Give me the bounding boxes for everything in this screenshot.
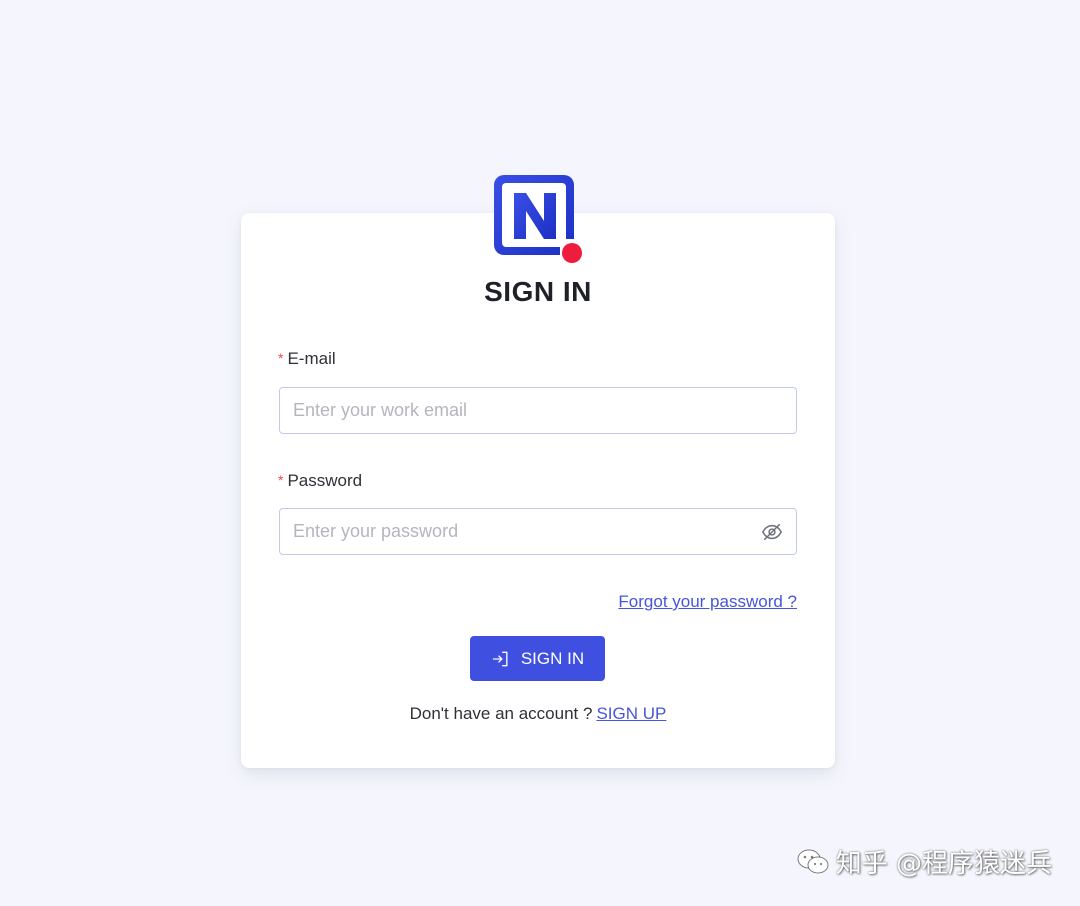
required-mark: *	[278, 472, 284, 488]
sign-in-page: SIGN IN *E-mail *Password Forgot your pa…	[0, 0, 1080, 906]
password-input[interactable]	[280, 509, 733, 554]
signup-prompt: Don't have an account ? SIGN UP	[241, 704, 835, 724]
signup-prompt-text: Don't have an account ?	[409, 704, 593, 723]
sign-in-button-label: SIGN IN	[520, 648, 585, 668]
email-input[interactable]	[280, 388, 733, 433]
email-field[interactable]	[279, 387, 797, 434]
wechat-icon	[797, 849, 829, 873]
login-icon	[492, 651, 508, 666]
sign-up-link[interactable]: SIGN UP	[596, 704, 666, 723]
forgot-password-link[interactable]: Forgot your password ?	[618, 592, 797, 612]
email-label: * E-mail	[278, 349, 336, 369]
watermark: 知乎 @程序猿迷兵	[796, 843, 1052, 880]
required-mark: *	[278, 350, 284, 366]
password-field[interactable]	[279, 508, 797, 555]
email-label-text: E-mail	[287, 349, 336, 368]
watermark-text: 知乎 @程序猿迷兵	[835, 849, 1052, 879]
password-label: * Password	[278, 471, 362, 491]
sign-in-button[interactable]: SIGN IN	[470, 636, 605, 681]
app-logo	[494, 175, 582, 263]
page-title: SIGN IN	[484, 276, 592, 307]
eye-off-icon[interactable]	[761, 521, 783, 543]
password-label-text: Password	[287, 471, 363, 490]
